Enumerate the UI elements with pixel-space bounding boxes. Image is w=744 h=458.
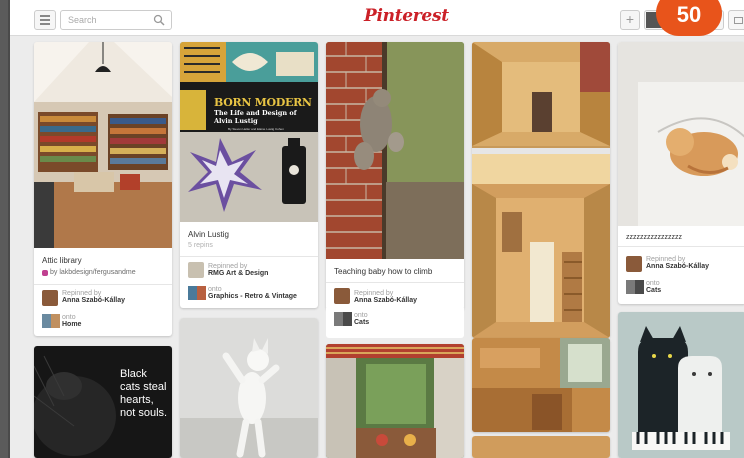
pin-image-patio[interactable] <box>326 344 464 458</box>
pin-source[interactable]: by lakbdesign/fergusandme <box>50 269 136 276</box>
pin-card-alvin-lustig[interactable]: BORN MODERN The Life and Design of Alvin… <box>180 42 318 308</box>
pin-image-book-cover[interactable] <box>180 42 318 222</box>
pin-image-attic-library[interactable] <box>34 42 172 248</box>
source-favicon-icon <box>42 270 48 276</box>
avatar[interactable] <box>334 288 350 304</box>
add-pin-button[interactable]: + <box>620 10 640 30</box>
pin-image-dancing-cat[interactable] <box>180 318 318 458</box>
repinned-by[interactable]: Repinned by Anna Szabó-Kállay <box>62 290 125 304</box>
pin-card-wood-room[interactable] <box>472 436 610 458</box>
menu-button[interactable] <box>34 10 56 30</box>
board-thumbnail[interactable] <box>42 314 60 328</box>
divider <box>180 256 318 257</box>
repinner-name[interactable]: Anna Szabó-Kállay <box>62 297 125 304</box>
board-name[interactable]: Cats <box>646 287 661 294</box>
repinner-name[interactable]: Anna Szabó-Kállay <box>354 297 417 304</box>
board-name[interactable]: Cats <box>354 319 369 326</box>
message-icon <box>734 17 743 24</box>
book-title: BORN MODERN <box>214 96 312 109</box>
board-thumbnail[interactable] <box>188 286 206 300</box>
menu-icon <box>40 15 50 17</box>
board-thumbnail[interactable] <box>626 280 644 294</box>
pin-overlay-text: Black cats steal hearts, not souls. <box>120 368 168 419</box>
board-link[interactable]: onto Cats <box>646 280 661 294</box>
divider <box>618 246 744 247</box>
pin-card-dancing-cat[interactable] <box>180 318 318 458</box>
book-subtitle: The Life and Design of Alvin Lustig <box>214 109 297 125</box>
repin-count: 5 repins <box>188 242 213 249</box>
avatar[interactable] <box>42 290 58 306</box>
pin-image-climbing-cat[interactable] <box>326 42 464 259</box>
search-input[interactable]: Search <box>60 10 172 30</box>
book-authors: By Steven Heller and Elaine Lustig Cohen <box>228 128 284 131</box>
browser-viewport: Search Pinterest + 50 Attic library by l… <box>8 0 744 458</box>
pin-description: Alvin Lustig <box>188 230 229 239</box>
pin-card-black-cat[interactable]: Black cats steal hearts, not souls. <box>34 346 172 458</box>
repinned-by[interactable]: Repinned by Anna Szabó-Kállay <box>354 290 417 304</box>
pin-card-cat-piano[interactable] <box>618 312 744 458</box>
divider <box>326 282 464 283</box>
pin-image-tiny-house[interactable] <box>472 42 610 338</box>
pinterest-header: Search Pinterest + <box>10 0 744 36</box>
board-thumbnail[interactable] <box>334 312 352 326</box>
pin-card-kitchen[interactable] <box>472 338 610 432</box>
pin-description: Attic library <box>42 256 82 265</box>
pin-card-sleeping-cat[interactable]: zzzzzzzzzzzzzzzz Repinned by Anna Szabó-K… <box>618 42 744 304</box>
search-placeholder: Search <box>68 15 97 25</box>
repinner-name[interactable]: Anna Szabó-Kállay <box>646 263 709 270</box>
pin-image-cat-piano[interactable] <box>618 312 744 458</box>
board-link[interactable]: onto Graphics - Retro & Vintage <box>208 286 297 300</box>
pin-description: zzzzzzzzzzzzzzzz <box>626 234 682 241</box>
pin-image-sleeping-cat[interactable] <box>618 42 744 226</box>
pin-description: Teaching baby how to climb <box>334 267 433 276</box>
board-name[interactable]: Graphics - Retro & Vintage <box>208 293 297 300</box>
pin-card-attic-library[interactable]: Attic library by lakbdesign/fergusandme … <box>34 42 172 336</box>
board-name[interactable]: Home <box>62 321 81 328</box>
pin-image-kitchen[interactable] <box>472 338 610 432</box>
notification-count-badge: 50 <box>656 0 722 36</box>
pin-card-climbing-cat[interactable]: Teaching baby how to climb Repinned by An… <box>326 42 464 310</box>
repinner-name[interactable]: RMG Art & Design <box>208 270 268 277</box>
pinterest-logo[interactable]: Pinterest <box>364 6 449 26</box>
avatar[interactable] <box>626 256 642 272</box>
repinned-by[interactable]: Repinned by Anna Szabó-Kállay <box>646 256 709 270</box>
messages-button[interactable] <box>728 10 744 30</box>
divider <box>34 284 172 285</box>
avatar[interactable] <box>188 262 204 278</box>
pin-card-climbing-cat-footer: onto Cats <box>326 308 464 338</box>
board-link[interactable]: onto Cats <box>354 312 369 326</box>
board-link[interactable]: onto Home <box>62 314 81 328</box>
repinned-by[interactable]: Repinned by RMG Art & Design <box>208 263 268 277</box>
search-icon[interactable] <box>153 14 165 26</box>
pin-card-patio[interactable] <box>326 344 464 458</box>
pin-card-tiny-house[interactable] <box>472 42 610 338</box>
pin-image-wood-room[interactable] <box>472 436 610 458</box>
